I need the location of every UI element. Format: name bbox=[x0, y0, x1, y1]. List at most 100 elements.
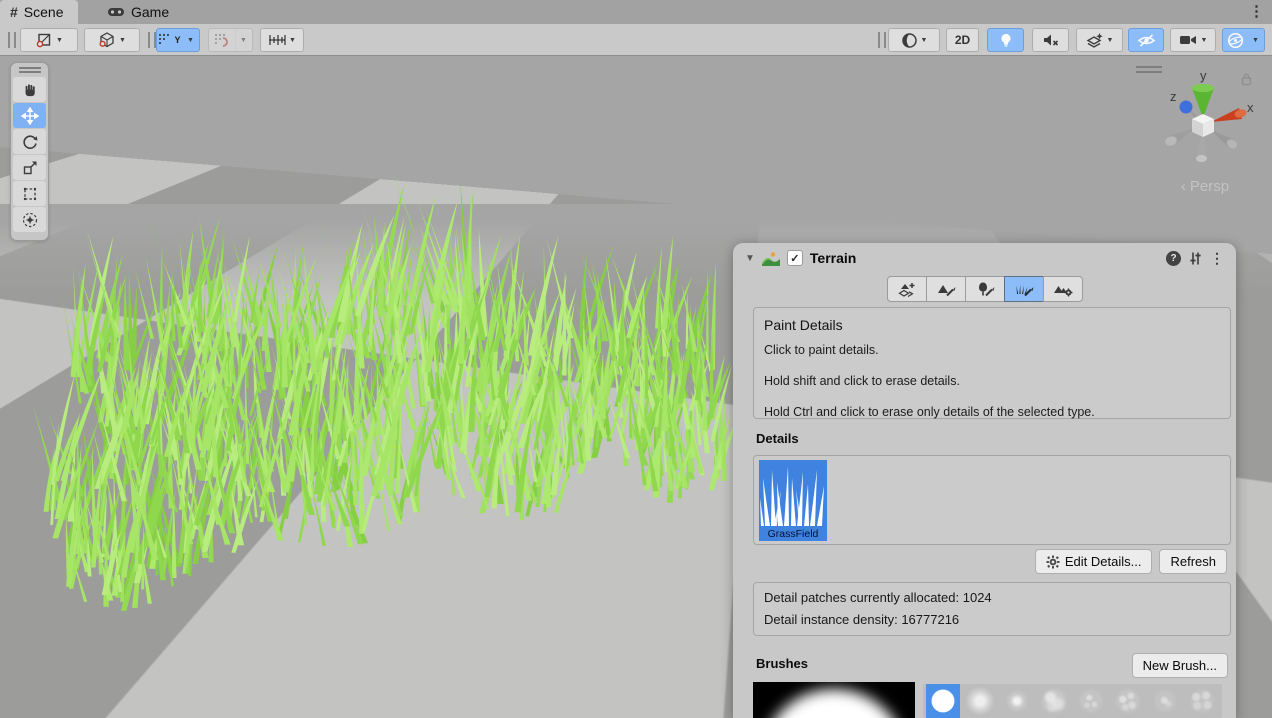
detail-item-name: GrassField bbox=[759, 528, 827, 540]
brush-thumb[interactable] bbox=[1074, 684, 1108, 718]
paint-details-icon bbox=[1013, 281, 1035, 298]
snap-increment-button[interactable]: ▼ bbox=[260, 28, 304, 52]
tool-paint-trees[interactable] bbox=[965, 276, 1005, 302]
brush-thumb[interactable] bbox=[1111, 684, 1145, 718]
scene-effects-button[interactable]: ▼ bbox=[1076, 28, 1123, 52]
tool-terrain-settings[interactable] bbox=[1043, 276, 1083, 302]
tool-handle-position-button[interactable]: ▼ bbox=[20, 28, 78, 52]
scene-audio-toggle[interactable] bbox=[1032, 28, 1069, 52]
brush-thumb[interactable] bbox=[963, 684, 997, 718]
brush-thumb-selected[interactable] bbox=[926, 684, 960, 718]
gizmo-sphere-icon bbox=[1227, 32, 1244, 49]
unity-editor: # Scene Game ⋮ ▼ bbox=[0, 0, 1272, 718]
transform-tool[interactable] bbox=[13, 207, 46, 232]
x-axis-label: x bbox=[1247, 100, 1254, 115]
details-list-box: GrassField bbox=[753, 455, 1231, 545]
rect-tool-icon bbox=[21, 185, 39, 203]
help-title: Paint Details bbox=[764, 317, 1220, 333]
tool-handle-rotation-button[interactable]: ▼ bbox=[84, 28, 140, 52]
gizmos-toggle[interactable] bbox=[1222, 28, 1248, 52]
terrain-settings-icon bbox=[1052, 281, 1074, 298]
scene-visibility-toggle[interactable] bbox=[1128, 28, 1164, 52]
paint-terrain-icon bbox=[935, 281, 957, 298]
dropdown-icon: ▼ bbox=[1252, 37, 1259, 44]
move-tool[interactable] bbox=[13, 103, 46, 128]
toolbar-drag-handle[interactable] bbox=[878, 32, 886, 48]
detail-item-grassfield[interactable]: GrassField bbox=[759, 460, 827, 541]
view-2d-toggle[interactable]: 2D bbox=[946, 28, 979, 52]
scene-grid-icon: # bbox=[10, 4, 18, 20]
y-axis[interactable] bbox=[1192, 84, 1214, 118]
brushes-section-label: Brushes bbox=[756, 656, 808, 671]
grid-axis-dropdown[interactable]: ▼ bbox=[182, 28, 200, 52]
grass-patch bbox=[0, 176, 780, 656]
gear-icon bbox=[1046, 555, 1060, 569]
brush-thumb[interactable] bbox=[1148, 684, 1182, 718]
help-line: Click to paint details. bbox=[764, 343, 1220, 357]
scene-lighting-toggle[interactable] bbox=[987, 28, 1024, 52]
rect-tool[interactable] bbox=[13, 181, 46, 206]
paint-details-help-box: Paint Details Click to paint details. Ho… bbox=[753, 307, 1231, 419]
scale-tool[interactable] bbox=[13, 155, 46, 180]
shading-mode-button[interactable]: ▼ bbox=[888, 28, 940, 52]
patches-value: 1024 bbox=[963, 590, 992, 605]
brush-thumb[interactable] bbox=[1037, 684, 1071, 718]
x-axis[interactable] bbox=[1211, 108, 1247, 122]
toolbar-drag-handle[interactable] bbox=[148, 32, 156, 48]
dropdown-icon: ▼ bbox=[921, 37, 928, 44]
grass-texture-thumbnail bbox=[759, 460, 827, 528]
chevron-left-icon: ‹ bbox=[1181, 178, 1186, 195]
grid-axis-letter: Y bbox=[174, 35, 180, 45]
grid-snapping-dropdown[interactable]: ▼ bbox=[235, 28, 253, 52]
density-label: Detail instance density: bbox=[764, 612, 898, 627]
tools-drag-handle[interactable] bbox=[19, 67, 41, 73]
new-brush-label: New Brush... bbox=[1143, 658, 1217, 673]
y-axis-label: y bbox=[1200, 70, 1207, 83]
terrain-tool-bar bbox=[733, 276, 1236, 302]
scale-icon bbox=[21, 159, 39, 177]
increment-ruler-icon bbox=[268, 33, 286, 47]
eye-slash-icon bbox=[1137, 33, 1156, 48]
create-neighbor-icon bbox=[896, 281, 918, 298]
rotate-icon bbox=[21, 133, 39, 151]
panel-menu-icon[interactable]: ⋮ bbox=[1210, 250, 1224, 267]
enabled-checkbox[interactable]: ✓ bbox=[787, 250, 803, 266]
dropdown-icon: ▼ bbox=[289, 37, 296, 44]
rotate-tool[interactable] bbox=[13, 129, 46, 154]
snap-magnet-icon bbox=[214, 33, 230, 48]
tab-game[interactable]: Game bbox=[97, 0, 183, 24]
grid-snapping-button[interactable] bbox=[208, 28, 236, 52]
tool-paint-terrain[interactable] bbox=[926, 276, 966, 302]
brush-thumb[interactable] bbox=[1000, 684, 1034, 718]
terrain-inspector-panel: ▼ ✓ Terrain ? ⋮ bbox=[733, 243, 1236, 718]
help-icon[interactable]: ? bbox=[1166, 251, 1181, 266]
audio-muted-icon bbox=[1042, 32, 1060, 48]
details-section-label: Details bbox=[756, 431, 799, 446]
new-brush-button[interactable]: New Brush... bbox=[1132, 653, 1228, 678]
patches-label: Detail patches currently allocated: bbox=[764, 590, 959, 605]
scene-camera-button[interactable]: ▼ bbox=[1170, 28, 1216, 52]
orientation-gizmo[interactable]: y x z bbox=[1143, 70, 1263, 190]
tool-paint-details[interactable] bbox=[1004, 276, 1044, 302]
refresh-button[interactable]: Refresh bbox=[1159, 549, 1227, 574]
view-hand-tool[interactable] bbox=[13, 77, 46, 102]
tab-scene-label: Scene bbox=[24, 4, 64, 20]
pivot-icon bbox=[35, 31, 53, 49]
tool-create-neighbor-terrains[interactable] bbox=[887, 276, 927, 302]
presets-icon[interactable] bbox=[1188, 251, 1203, 266]
terrain-component-icon bbox=[762, 251, 780, 266]
brush-thumb[interactable] bbox=[1185, 684, 1219, 718]
edit-details-button[interactable]: Edit Details... bbox=[1035, 549, 1153, 574]
gizmos-dropdown[interactable]: ▼ bbox=[1247, 28, 1265, 52]
help-line: Hold shift and click to erase details. bbox=[764, 374, 1220, 388]
edit-details-label: Edit Details... bbox=[1065, 554, 1142, 569]
perspective-toggle[interactable]: ‹Persp bbox=[1160, 178, 1250, 195]
tabbar-menu-icon[interactable]: ⋮ bbox=[1249, 2, 1264, 20]
foldout-icon[interactable]: ▼ bbox=[745, 253, 755, 264]
tab-bar: # Scene Game ⋮ bbox=[0, 0, 1272, 24]
refresh-label: Refresh bbox=[1170, 554, 1216, 569]
dropdown-icon: ▼ bbox=[240, 37, 247, 44]
toolbar-drag-handle[interactable] bbox=[8, 32, 16, 48]
tab-scene[interactable]: # Scene bbox=[0, 0, 78, 24]
grid-axis-button[interactable]: Y bbox=[156, 28, 183, 52]
